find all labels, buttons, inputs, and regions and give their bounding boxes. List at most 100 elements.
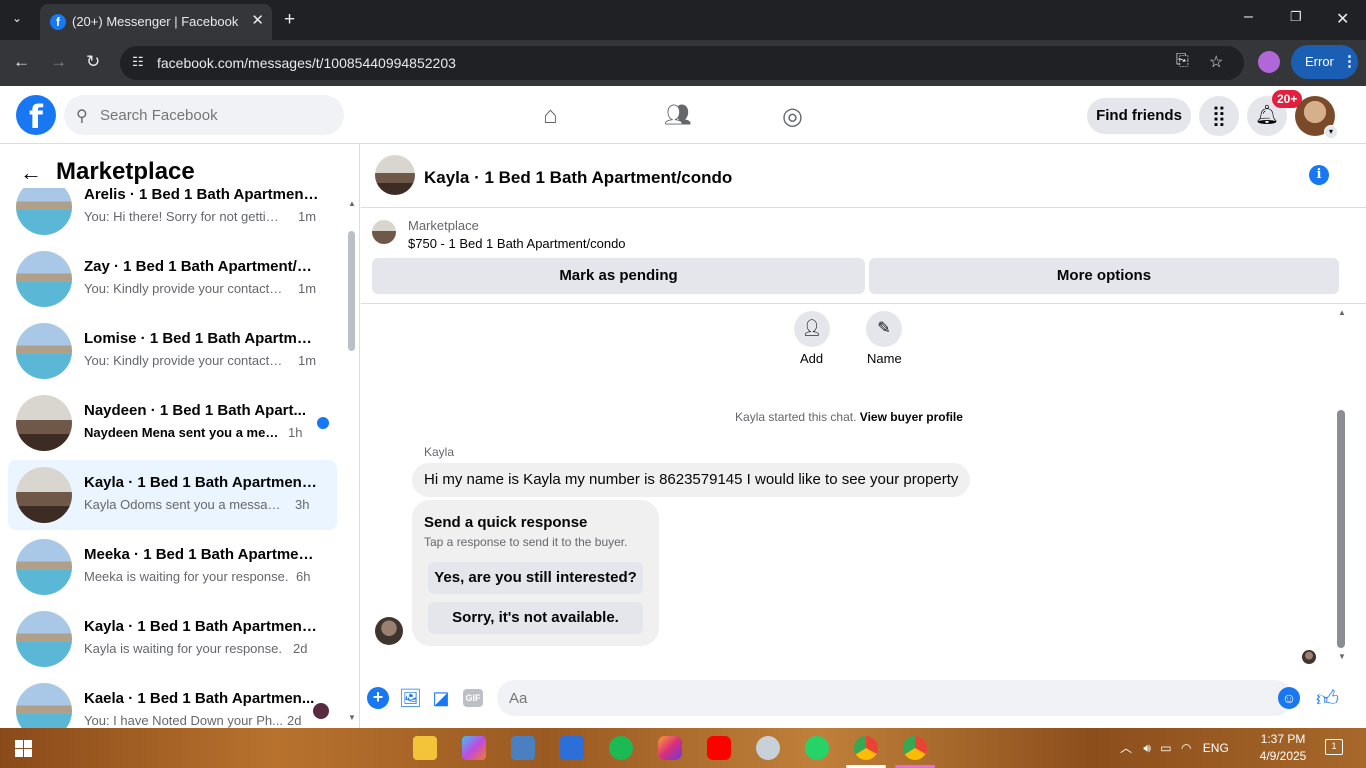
language-indicator[interactable]: ENG [1203,741,1229,755]
copilot-icon[interactable] [462,736,486,760]
browser-menu-icon[interactable]: ⋮ [1342,52,1357,70]
message-input[interactable] [497,680,1293,716]
listing-thumbnail[interactable] [372,220,396,244]
sticker-icon[interactable]: ◪ [430,687,452,709]
tab-close-icon[interactable]: ✕ [251,11,264,29]
find-friends-button[interactable]: Find friends [1087,98,1191,134]
extension-icon[interactable] [1258,51,1280,73]
photo-icon[interactable]: 🖼︎ [399,687,422,709]
forward-icon[interactable]: → [50,52,67,72]
account-avatar[interactable]: ▾ [1295,96,1338,139]
more-options-button[interactable]: More options [869,258,1339,294]
quick-reply-button[interactable]: Yes, are you still interested? [428,562,643,594]
site-info-icon[interactable]: ☷ [132,54,148,70]
listing-thumbnail [16,467,72,523]
menu-grid-icon[interactable]: ⣿ [1199,96,1239,136]
conversation-snippet: Kayla Odoms sent you a message a... [84,497,284,512]
scroll-down-icon[interactable]: ▼ [348,713,356,722]
conversation-row[interactable]: Naydeen · 1 Bed 1 Bath Apart... Naydeen … [8,388,337,458]
mark-as-pending-button[interactable]: Mark as pending [372,258,865,294]
buyer-avatar[interactable] [375,617,403,645]
message-composer: + 🖼︎ ◪ GIF ☺ 👍︎ [361,675,1366,721]
conversation-row[interactable]: Kayla · 1 Bed 1 Bath Apartment/c... Kayl… [8,604,337,674]
minimize-icon[interactable]: – [1244,8,1253,26]
listing-thumbnail [16,323,72,379]
scroll-down-icon[interactable]: ▼ [1338,652,1346,661]
listing-price[interactable]: $750 - 1 Bed 1 Bath Apartment/condo [408,236,626,251]
view-buyer-profile-link[interactable]: View buyer profile [860,410,963,424]
battery-icon[interactable]: ▭ [1160,741,1171,755]
profile-error-button[interactable]: Error ⋮ [1291,45,1358,79]
address-bar[interactable]: ☷ facebook.com/messages/t/10085440994852… [120,46,1244,80]
conversation-sidebar: ← Marketplace Arelis · 1 Bed 1 Bath Apar… [0,144,360,728]
notification-center-icon[interactable]: 1 [1325,739,1343,755]
started-text: Kayla started this chat. [735,410,857,424]
microsoft-store-icon[interactable] [560,736,584,760]
clock[interactable]: 1:37 PM 4/9/2025 [1256,731,1310,765]
conversation-row[interactable]: Arelis · 1 Bed 1 Bath Apartment/... You:… [8,188,337,242]
install-app-icon[interactable]: ⎘ [1176,52,1189,70]
chat-title[interactable]: Kayla · 1 Bed 1 Bath Apartment/condo [424,168,732,188]
wifi-icon[interactable]: ◠ [1181,741,1191,755]
whatsapp-icon[interactable] [805,736,829,760]
app-icon[interactable] [511,736,535,760]
window-close-icon[interactable]: ✕ [1336,9,1349,29]
listing-avatar[interactable] [375,155,415,195]
conversation-name: Naydeen · 1 Bed 1 Bath Apart... [84,402,306,419]
clock-date: 4/9/2025 [1259,749,1307,763]
conversation-row[interactable]: Zay · 1 Bed 1 Bath Apartment/co... You: … [8,244,337,314]
scroll-up-icon[interactable]: ▲ [348,199,356,208]
scrollbar-thumb[interactable] [1337,410,1345,648]
chat-scrollbar[interactable]: ▲ ▼ [1336,308,1346,661]
conversation-row[interactable]: Kaela · 1 Bed 1 Bath Apartmen... You: I … [8,676,337,728]
sidebar-scrollbar[interactable]: ▲ ▼ [346,199,356,722]
browser-tab-bar: ⌄ f (20+) Messenger | Facebook ✕ + – ❐ ✕ [0,0,1366,40]
chrome-icon[interactable] [854,736,878,760]
quick-response-subtitle: Tap a response to send it to the buyer. [424,535,628,549]
youtube-icon[interactable] [707,736,731,760]
browser-tab[interactable]: f (20+) Messenger | Facebook ✕ [40,4,272,40]
conversation-row-selected[interactable]: Kayla · 1 Bed 1 Bath Apartment/c... Kayl… [8,460,337,530]
chrome-profile-icon[interactable] [903,736,927,760]
edit-pencil-icon[interactable]: ✎ [866,311,902,347]
home-icon[interactable]: ⌂ [543,102,558,130]
search-box[interactable]: ⚲ [64,95,344,135]
facebook-logo-icon[interactable]: f [16,95,56,136]
instagram-icon[interactable] [658,736,682,760]
back-icon[interactable]: ← [13,52,30,72]
conversation-row[interactable]: Lomise · 1 Bed 1 Bath Apartment... You: … [8,316,337,386]
facebook-favicon-icon: f [50,14,66,30]
volume-icon[interactable]: 🔊︎ [1143,741,1151,755]
scroll-up-icon[interactable]: ▲ [1338,308,1346,317]
conversation-time: 1h [288,425,303,440]
file-explorer-icon[interactable] [413,736,437,760]
thumbs-up-icon[interactable]: 👍︎ [1316,685,1339,712]
groups-icon[interactable]: ◎ [782,102,803,131]
friends-icon[interactable]: 👥︎ [664,102,692,128]
reload-icon[interactable]: ↻ [86,52,100,72]
conversation-row[interactable]: Meeka · 1 Bed 1 Bath Apartment... Meeka … [8,532,337,602]
windows-start-icon[interactable] [15,740,32,757]
tray-chevron-icon[interactable]: ︿ [1120,741,1132,755]
quick-reply-button[interactable]: Sorry, it's not available. [428,602,643,634]
info-icon[interactable]: i [1309,165,1329,185]
participant-avatar [313,703,329,719]
app-icon[interactable] [756,736,780,760]
scrollbar-thumb[interactable] [348,231,355,351]
name-label: Name [867,351,902,366]
restore-icon[interactable]: ❐ [1290,9,1302,25]
emoji-icon[interactable]: ☺ [1278,687,1300,709]
plus-icon[interactable]: + [367,687,389,709]
chat-header: Kayla · 1 Bed 1 Bath Apartment/condo i [361,144,1366,208]
bookmark-star-icon[interactable]: ☆ [1209,52,1223,72]
spotify-icon[interactable] [609,736,633,760]
add-person-icon[interactable]: 👤︎ [794,311,830,347]
conversation-time: 2d [287,713,302,728]
back-arrow-icon[interactable]: ← [20,160,42,186]
new-tab-icon[interactable]: + [284,9,295,31]
message-bubble[interactable]: Hi my name is Kayla my number is 8623579… [412,463,971,497]
tab-search-icon[interactable]: ⌄ [12,11,22,25]
gif-icon[interactable]: GIF [463,689,483,707]
facebook-header: f ⚲ ⌂ 👥︎ ◎ Find friends ⣿ 🔔︎ 20+ ▾ [0,86,1366,144]
search-input[interactable] [100,95,330,135]
